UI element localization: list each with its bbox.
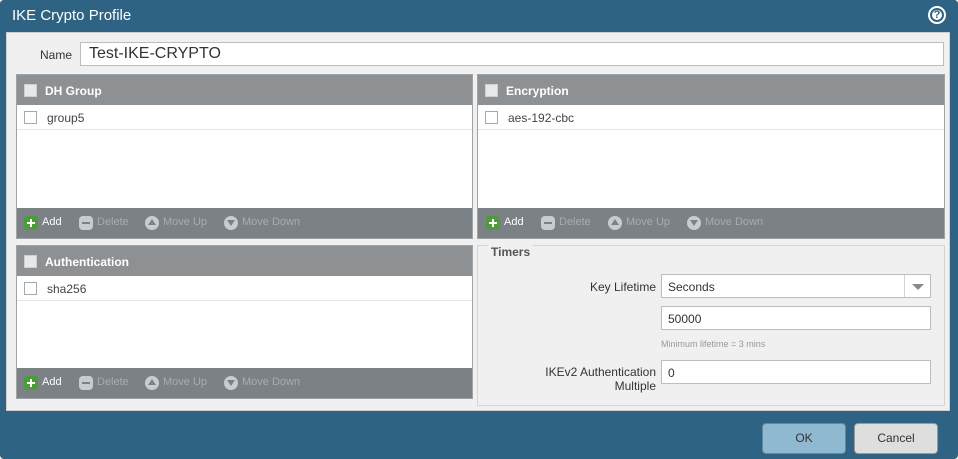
move-down-icon xyxy=(687,216,701,230)
key-lifetime-label: Key Lifetime xyxy=(589,280,656,294)
ikev2-auth-multiple-label-line2: Multiple xyxy=(614,379,656,393)
key-lifetime-input[interactable]: 50000 xyxy=(661,306,931,330)
row-checkbox[interactable] xyxy=(24,282,37,295)
table-row[interactable]: aes-192-cbc xyxy=(478,106,944,130)
dialog-body: Name Test-IKE-CRYPTO DH Group group5 Add… xyxy=(6,32,950,411)
move-up-icon xyxy=(145,376,159,390)
delete-label: Delete xyxy=(97,216,129,228)
authentication-grid: Authentication sha256 Add Delete Move Up xyxy=(16,245,473,399)
ikev2-auth-multiple-input[interactable]: 0 xyxy=(661,360,931,384)
dialog-title: IKE Crypto Profile xyxy=(12,7,132,24)
delete-label: Delete xyxy=(97,376,129,388)
table-row[interactable]: sha256 xyxy=(17,277,472,301)
timers-group: Timers Key Lifetime Seconds 50000 Minimu… xyxy=(477,245,945,406)
dh-group-value: group5 xyxy=(47,111,85,125)
move-down-label: Move Down xyxy=(705,216,764,228)
key-lifetime-hint: Minimum lifetime = 3 mins xyxy=(661,339,766,349)
delete-icon xyxy=(79,216,93,230)
timers-title: Timers xyxy=(488,245,534,259)
encryption-grid: Encryption aes-192-cbc Add Delete Move U… xyxy=(477,74,945,239)
dialog-titlebar: IKE Crypto Profile ? xyxy=(0,0,958,32)
ikev2-auth-multiple-label-line1: IKEv2 Authentication xyxy=(545,365,656,379)
encryption-select-all-checkbox[interactable] xyxy=(485,84,498,97)
help-icon[interactable]: ? xyxy=(928,6,946,24)
move-up-label: Move Up xyxy=(163,376,208,388)
move-up-label: Move Up xyxy=(163,216,208,228)
authentication-select-all-checkbox[interactable] xyxy=(24,255,37,268)
dh-group-grid: DH Group group5 Add Delete Move Up Move … xyxy=(16,74,473,239)
move-down-label: Move Down xyxy=(242,216,301,228)
encryption-header-label: Encryption xyxy=(506,84,569,98)
name-label: Name xyxy=(40,48,73,62)
authentication-header: Authentication xyxy=(17,246,472,276)
name-input[interactable]: Test-IKE-CRYPTO xyxy=(80,42,944,66)
key-lifetime-unit-value: Seconds xyxy=(668,280,715,294)
authentication-value: sha256 xyxy=(47,282,87,296)
ikev2-auth-multiple-value: 0 xyxy=(668,366,675,380)
add-label: Add xyxy=(42,376,62,388)
add-label: Add xyxy=(504,216,524,228)
ok-button[interactable]: OK xyxy=(762,423,846,454)
encryption-value: aes-192-cbc xyxy=(508,111,575,125)
help-glyph: ? xyxy=(930,8,944,22)
encryption-header: Encryption xyxy=(478,75,944,105)
add-icon xyxy=(24,216,38,230)
move-up-label: Move Up xyxy=(626,216,671,228)
dh-group-toolbar: Add Delete Move Up Move Down xyxy=(17,208,472,238)
move-up-icon xyxy=(608,216,622,230)
move-down-icon xyxy=(224,376,238,390)
dh-group-header: DH Group xyxy=(17,75,472,105)
move-down-icon xyxy=(224,216,238,230)
dh-group-select-all-checkbox[interactable] xyxy=(24,84,37,97)
chevron-down-icon[interactable] xyxy=(904,275,930,297)
authentication-toolbar: Add Delete Move Up Move Down xyxy=(17,368,472,398)
key-lifetime-unit-select[interactable]: Seconds xyxy=(661,274,931,298)
table-row[interactable]: group5 xyxy=(17,106,472,130)
key-lifetime-value: 50000 xyxy=(668,312,702,326)
delete-icon xyxy=(541,216,555,230)
move-up-icon xyxy=(145,216,159,230)
ike-crypto-profile-dialog: IKE Crypto Profile ? Name Test-IKE-CRYPT… xyxy=(0,0,958,459)
row-checkbox[interactable] xyxy=(485,111,498,124)
move-down-label: Move Down xyxy=(242,376,301,388)
delete-icon xyxy=(79,376,93,390)
authentication-header-label: Authentication xyxy=(45,255,129,269)
add-icon xyxy=(486,216,500,230)
add-icon xyxy=(24,376,38,390)
dh-group-header-label: DH Group xyxy=(45,84,102,98)
encryption-toolbar: Add Delete Move Up Move Down xyxy=(478,208,944,238)
cancel-button[interactable]: Cancel xyxy=(854,423,938,454)
delete-label: Delete xyxy=(559,216,591,228)
add-label: Add xyxy=(42,216,62,228)
row-checkbox[interactable] xyxy=(24,111,37,124)
